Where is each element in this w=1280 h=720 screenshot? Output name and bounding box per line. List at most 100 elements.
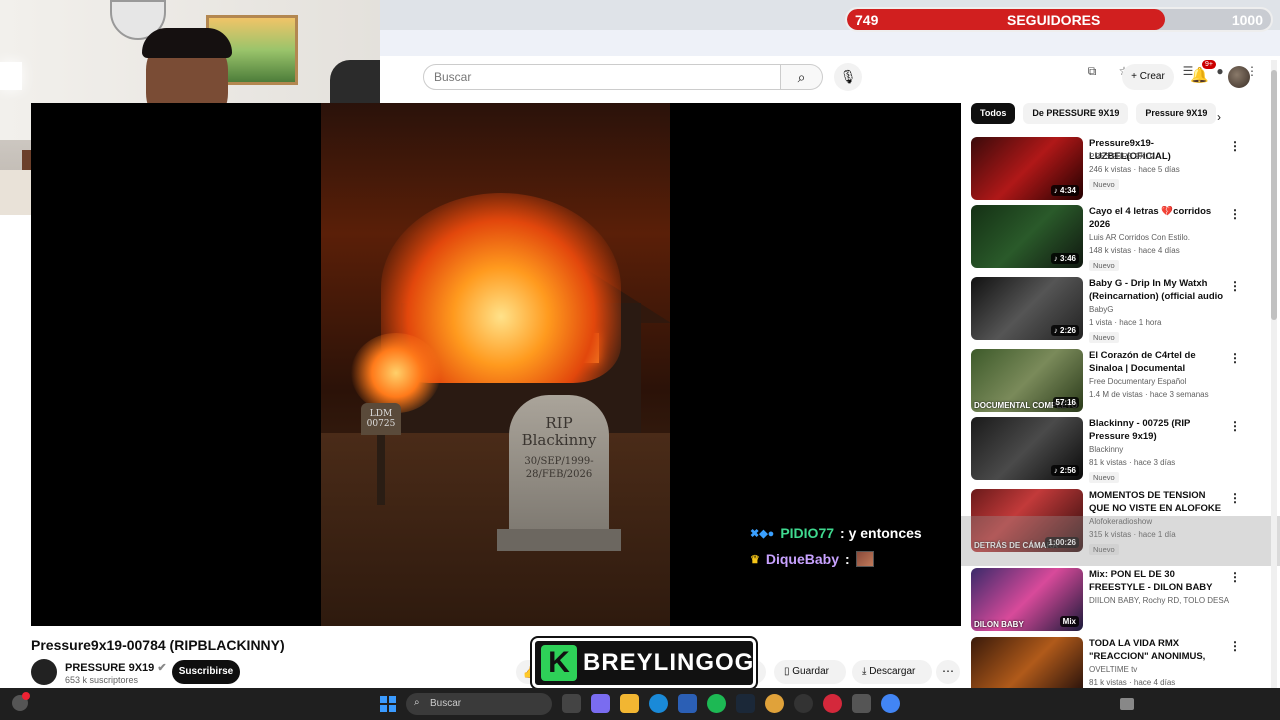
brand-name: BREYLINGOG <box>583 649 755 676</box>
search-input[interactable]: Buscar <box>423 64 781 90</box>
duration-badge: Mix <box>1059 616 1079 627</box>
related-video-item[interactable]: ♪ 2:26 Baby G - Drip In My Watxh (Reincar… <box>971 277 1241 343</box>
video-thumbnail[interactable]: DILON BABY Mix <box>971 568 1083 631</box>
more-vert-icon[interactable]: ⋮ <box>1229 351 1241 365</box>
taskbar-apps <box>562 694 900 713</box>
channel-avatar[interactable] <box>31 659 57 685</box>
channel-name[interactable]: PRESSURE 9X19 ✔ <box>65 661 167 674</box>
task-view-icon[interactable] <box>562 694 581 713</box>
more-actions-button[interactable]: ⋯ <box>936 660 960 684</box>
video-thumbnail[interactable]: ♪ 4:34 <box>971 137 1083 200</box>
edge-icon[interactable] <box>649 694 668 713</box>
related-video-title[interactable]: Blackinny - 00725 (RIP Pressure 9x19) <box>1089 417 1225 443</box>
streamer-brand-logo: K BREYLINGOG <box>532 638 756 688</box>
steam-icon[interactable] <box>736 694 755 713</box>
related-video-item[interactable]: ♪ 3:46 Cayo el 4 letras 💔corridos 2026 Lui… <box>971 205 1241 271</box>
crown-icon: ♛ <box>750 553 760 566</box>
related-video-item[interactable]: DILON BABY Mix Mix: PON EL DE 30 FREESTYLE… <box>971 568 1241 632</box>
more-vert-icon[interactable]: ⋮ <box>1229 570 1241 584</box>
chat-username: DiqueBaby <box>765 551 839 567</box>
copilot-icon[interactable] <box>591 694 610 713</box>
search-icon: ⌕ <box>797 69 806 85</box>
related-video-channel: Free Documentary Español <box>1089 377 1187 386</box>
video-thumbnail[interactable]: ♪ 3:46 <box>971 205 1083 268</box>
youtube-header: Buscar ⌕ 🎙 + Crear 🔔 9+ <box>380 58 1280 98</box>
page-scrollbar[interactable] <box>1271 60 1277 690</box>
related-video-item[interactable]: ♪ 2:56 Blackinny - 00725 (RIP Pressure 9x… <box>971 417 1241 483</box>
more-vert-icon[interactable]: ⋮ <box>1229 207 1241 221</box>
obs-icon[interactable] <box>794 694 813 713</box>
file-explorer-icon[interactable] <box>620 694 639 713</box>
more-vert-icon[interactable]: ⋮ <box>1229 139 1241 153</box>
video-thumbnail[interactable]: ♪ 2:26 <box>971 277 1083 340</box>
chat-message: : y entonces <box>840 525 922 541</box>
chat-line: ♛ DiqueBaby : <box>750 546 922 572</box>
windows-start-icon[interactable] <box>380 696 396 712</box>
voice-search-button[interactable]: 🎙 <box>834 63 862 91</box>
stream-chat-overlay: ✖◆● PIDIO77 : y entonces ♛ DiqueBaby : <box>750 520 922 572</box>
spotify-icon[interactable] <box>707 694 726 713</box>
taskbar-search-input[interactable]: Buscar <box>406 693 552 715</box>
opera-icon[interactable] <box>823 694 842 713</box>
related-video-channel: OVELTIME tv <box>1089 665 1138 674</box>
related-video-channel: BabyG <box>1089 305 1114 314</box>
related-video-title[interactable]: Baby G - Drip In My Watxh (Reincarnation… <box>1089 277 1225 303</box>
download-button[interactable]: ⤓ Descargar <box>852 660 932 684</box>
notification-dot <box>22 692 30 700</box>
related-video-title[interactable]: El Corazón de C4rtel de Sinaloa | Docume… <box>1089 349 1225 375</box>
video-tombstone: RIP Blackinny 30/SEP/1999- 28/FEB/2026 <box>509 395 609 531</box>
chrome-canary-icon[interactable] <box>765 694 784 713</box>
create-label: Crear <box>1139 71 1165 82</box>
tomb-date-start: 30/SEP/1999- <box>524 456 594 467</box>
more-vert-icon[interactable]: ⋮ <box>1229 639 1241 653</box>
store-icon[interactable] <box>678 694 697 713</box>
account-avatar[interactable] <box>1228 66 1250 88</box>
capture-icon[interactable] <box>852 694 871 713</box>
related-video-channel: Luis AR Corridos Con Estilo. <box>1089 233 1190 242</box>
video-thumbnail[interactable]: ♪ 2:56 <box>971 417 1083 480</box>
verified-icon: ✔ <box>157 662 167 674</box>
thumbnail-text: DILON BABY <box>974 620 1024 629</box>
new-badge: Nuevo <box>1089 260 1119 271</box>
related-video-meta: 148 k vistas · hace 4 días <box>1089 246 1180 255</box>
chip-todos[interactable]: Todos <box>971 103 1016 124</box>
duration-badge: ♪ 2:26 <box>1050 325 1079 336</box>
search-icon: ⌕ <box>414 697 420 708</box>
new-badge: Nuevo <box>1089 472 1119 483</box>
more-vert-icon[interactable]: ⋮ <box>1229 279 1241 293</box>
chat-message: : <box>845 551 850 567</box>
subscribe-button[interactable]: Suscribirse <box>172 660 240 684</box>
chip-pressure[interactable]: Pressure 9X19 <box>1136 103 1217 124</box>
search-button[interactable]: ⌕ <box>781 64 823 90</box>
screen: ⧉ ☆ ⬚ ☰ ● ⋮ Buscar ⌕ 🎙 + Crear 🔔 9+ 749 … <box>0 0 1280 720</box>
related-video-item[interactable]: DOCUMENTAL COMPLETO 57:16 El Corazón de C4… <box>971 349 1241 413</box>
chevron-right-icon[interactable]: › <box>1217 110 1221 124</box>
related-video-item[interactable]: ♪ 4:34 Pressure9x19-LUZBEL(OFICIAL) PRESSU… <box>971 137 1241 201</box>
related-video-title[interactable]: Mix: PON EL DE 30 FREESTYLE - DILON BABY… <box>1089 568 1225 594</box>
related-video-title[interactable]: TODA LA VIDA RMX "REACCION" ANONIMUS, LU… <box>1089 637 1225 663</box>
video-tomb-base <box>497 529 621 551</box>
follower-count: 749 <box>855 12 879 28</box>
related-video-title[interactable]: Cayo el 4 letras 💔corridos 2026 <box>1089 205 1225 231</box>
related-video-channel: DIILON BABY, Rochy RD, TOLO DESAPAR... <box>1089 596 1229 605</box>
tray-icon[interactable] <box>1120 698 1134 710</box>
chrome-icon[interactable] <box>881 694 900 713</box>
scrollbar-thumb[interactable] <box>1271 70 1277 320</box>
save-button[interactable]: ▯ Guardar <box>774 660 846 684</box>
tomb-rip: RIP <box>545 414 573 432</box>
chip-from-channel[interactable]: De PRESSURE 9X19 <box>1023 103 1129 124</box>
related-video-meta: 1.4 M de vistas · hace 3 semanas <box>1089 390 1209 399</box>
chat-username: PIDIO77 <box>780 525 835 541</box>
more-vert-icon[interactable]: ⋮ <box>1229 491 1241 505</box>
windows-taskbar: Buscar ⌕ <box>0 688 1280 720</box>
brand-k-logo: K <box>541 645 577 681</box>
related-video-title[interactable]: MOMENTOS DE TENSION QUE NO VISTE EN ALOF… <box>1089 489 1225 515</box>
more-vert-icon[interactable]: ⋮ <box>1229 419 1241 433</box>
channel-subscribers: 653 k suscriptores <box>65 675 139 685</box>
create-button[interactable]: + Crear <box>1122 64 1174 90</box>
video-thumbnail[interactable]: DOCUMENTAL COMPLETO 57:16 <box>971 349 1083 412</box>
tomb-name: Blackinny <box>521 431 597 449</box>
related-video-channel: PRESSURE 9X19 <box>1089 152 1154 161</box>
related-video-meta: 81 k vistas · hace 3 días <box>1089 458 1176 467</box>
new-badge: Nuevo <box>1089 332 1119 343</box>
